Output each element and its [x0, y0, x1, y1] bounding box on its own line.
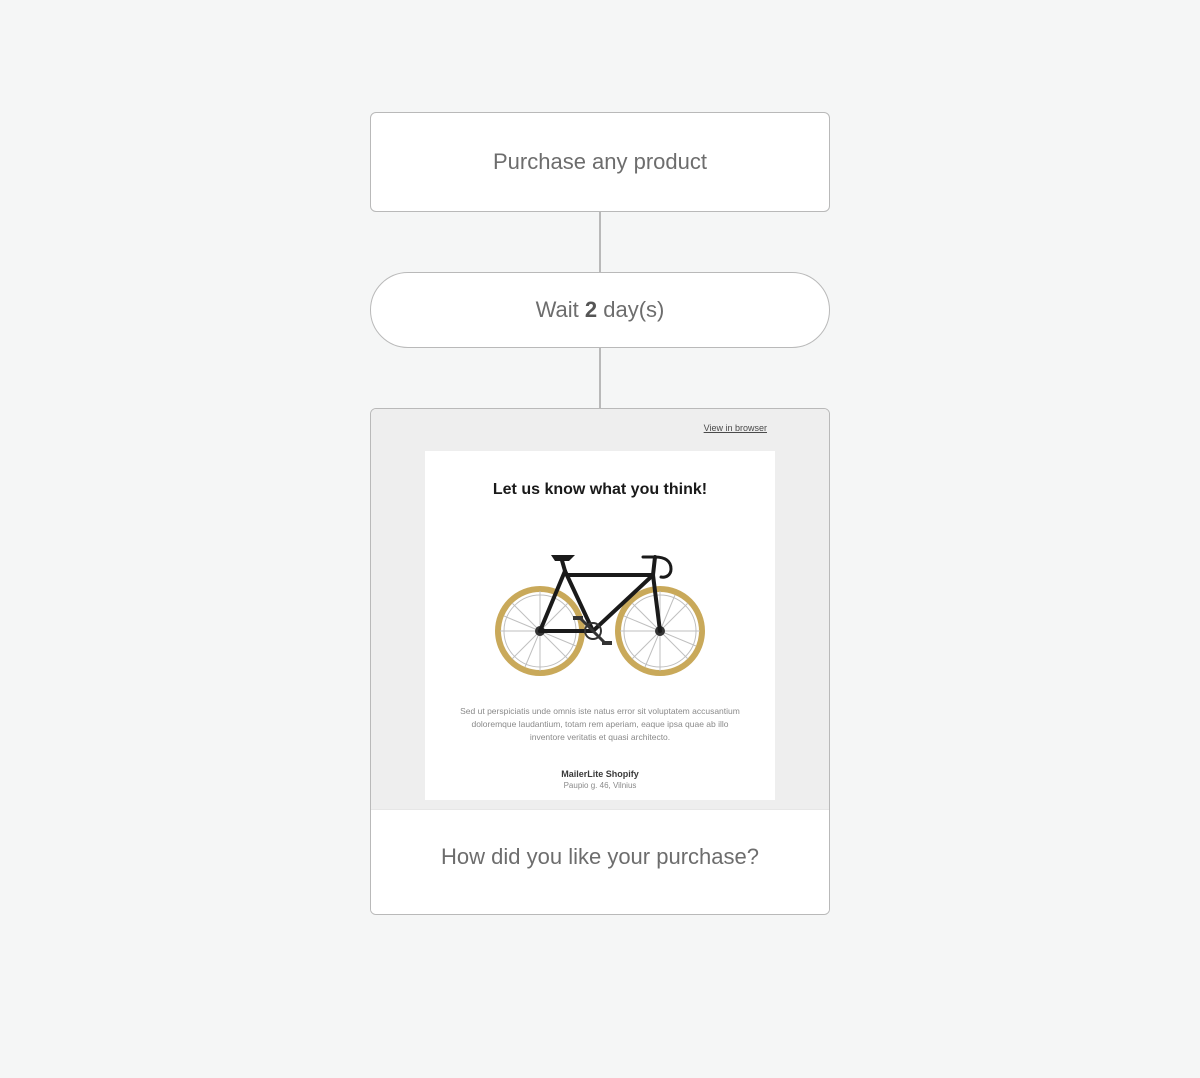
connector-line: [599, 348, 601, 408]
email-node[interactable]: View in browser Let us know what you thi…: [370, 408, 830, 915]
trigger-label: Purchase any product: [493, 149, 707, 174]
email-body: Let us know what you think!: [425, 451, 775, 800]
wait-suffix: day(s): [597, 297, 664, 322]
email-footer-name: MailerLite Shopify: [453, 769, 747, 779]
email-heading: Let us know what you think!: [453, 481, 747, 499]
email-caption: How did you like your purchase?: [371, 809, 829, 914]
wait-count: 2: [585, 297, 597, 322]
wait-prefix: Wait: [536, 297, 585, 322]
email-footer-address: Paupio g. 46, Vilnius: [453, 781, 747, 790]
connector-line: [599, 212, 601, 272]
wait-node[interactable]: Wait 2 day(s): [370, 272, 830, 348]
bicycle-image: [485, 521, 715, 681]
automation-flow: Purchase any product Wait 2 day(s) View …: [370, 112, 830, 1078]
view-in-browser-link[interactable]: View in browser: [704, 423, 767, 433]
trigger-node[interactable]: Purchase any product: [370, 112, 830, 212]
email-paragraph: Sed ut perspiciatis unde omnis iste natu…: [453, 705, 747, 745]
email-preview: View in browser Let us know what you thi…: [371, 409, 829, 809]
